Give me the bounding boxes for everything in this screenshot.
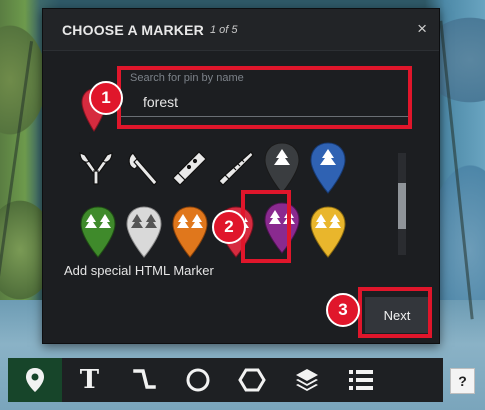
axe-icon[interactable] bbox=[123, 149, 161, 187]
help-button[interactable]: ? bbox=[450, 368, 475, 394]
scrollbar-thumb[interactable] bbox=[398, 183, 406, 229]
callout-badge-2: 2 bbox=[212, 210, 246, 244]
forest-pin-yellow[interactable] bbox=[309, 205, 347, 259]
list-icon bbox=[348, 370, 373, 390]
polyline-tool[interactable] bbox=[117, 358, 171, 402]
next-button[interactable]: Next bbox=[365, 297, 429, 333]
text-tool[interactable]: T bbox=[62, 358, 116, 402]
choose-marker-dialog: CHOOSE A MARKER 1 of 5 × Search for pin … bbox=[42, 8, 440, 344]
marker-grid-scrollbar[interactable] bbox=[398, 153, 406, 255]
list-tool[interactable] bbox=[334, 358, 388, 402]
dialog-title: CHOOSE A MARKER bbox=[62, 21, 204, 38]
forest-pin-gray-dark[interactable] bbox=[263, 141, 301, 195]
dialog-step-indicator: 1 of 5 bbox=[209, 23, 238, 36]
add-html-marker-link[interactable]: Add special HTML Marker bbox=[64, 263, 214, 278]
map-pin-icon bbox=[26, 368, 45, 392]
forest-pin-purple[interactable] bbox=[263, 201, 301, 255]
drawing-toolbar: T bbox=[8, 358, 443, 402]
layers-tool[interactable] bbox=[279, 358, 333, 402]
callout-badge-1: 1 bbox=[89, 81, 123, 115]
marker-grid bbox=[71, 142, 391, 261]
layers-icon bbox=[295, 369, 318, 391]
polygon-tool[interactable] bbox=[225, 358, 279, 402]
map-pin-tool[interactable] bbox=[8, 358, 63, 402]
polyline-icon bbox=[132, 369, 156, 389]
forest-pin-blue[interactable] bbox=[309, 141, 347, 195]
forest-pin-green[interactable] bbox=[79, 205, 117, 259]
axes-icon[interactable] bbox=[77, 149, 115, 187]
search-field: Search for pin by name bbox=[121, 67, 408, 127]
dialog-header: CHOOSE A MARKER 1 of 5 × bbox=[43, 9, 439, 51]
circle-tool[interactable] bbox=[171, 358, 225, 402]
close-icon[interactable]: × bbox=[417, 20, 427, 38]
forest-pin-white[interactable] bbox=[125, 205, 163, 259]
search-input[interactable] bbox=[121, 87, 408, 117]
handsaw-icon[interactable] bbox=[217, 149, 255, 187]
saw-icon[interactable] bbox=[171, 149, 209, 187]
circle-icon bbox=[186, 368, 210, 392]
forest-pin-orange[interactable] bbox=[171, 205, 209, 259]
callout-badge-3: 3 bbox=[326, 293, 360, 327]
search-label: Search for pin by name bbox=[130, 72, 244, 84]
text-tool-icon: T bbox=[79, 365, 100, 395]
hexagon-icon bbox=[238, 368, 267, 392]
